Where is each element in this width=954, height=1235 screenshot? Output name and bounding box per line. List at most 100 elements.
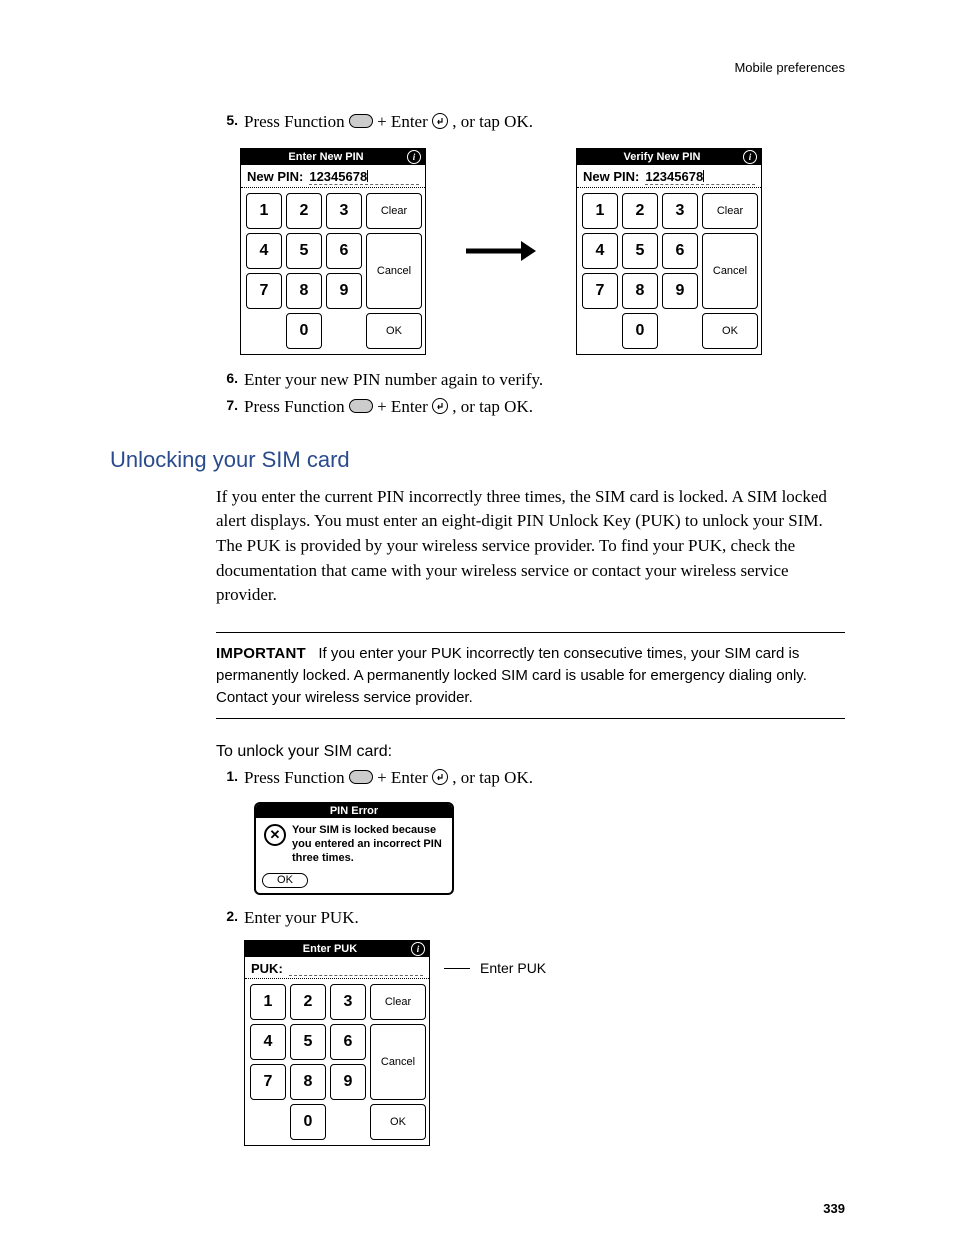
- step-text: , or tap OK.: [452, 397, 533, 416]
- keypad-enter-puk: Enter PUKi PUK: 1 2 3 Clear 4 5 6 Cancel…: [244, 940, 430, 1146]
- key-1[interactable]: 1: [246, 193, 282, 229]
- key-5[interactable]: 5: [286, 233, 322, 269]
- step-text: , or tap OK.: [452, 768, 533, 787]
- key-2[interactable]: 2: [622, 193, 658, 229]
- key-5[interactable]: 5: [622, 233, 658, 269]
- key-8[interactable]: 8: [290, 1064, 326, 1100]
- key-6[interactable]: 6: [326, 233, 362, 269]
- running-header: Mobile preferences: [110, 60, 845, 75]
- divider: [216, 718, 845, 719]
- procedure-subhead: To unlock your SIM card:: [216, 743, 845, 761]
- body-paragraph: If you enter the current PIN incorrectly…: [216, 485, 845, 608]
- key-8[interactable]: 8: [622, 273, 658, 309]
- key-4[interactable]: 4: [250, 1024, 286, 1060]
- step-text: Press Function: [244, 397, 349, 416]
- key-7[interactable]: 7: [246, 273, 282, 309]
- function-button-icon: [349, 399, 373, 413]
- key-clear[interactable]: Clear: [702, 193, 758, 229]
- key-blank: [582, 313, 618, 349]
- key-0[interactable]: 0: [290, 1104, 326, 1140]
- key-blank: [250, 1104, 286, 1140]
- key-blank: [662, 313, 698, 349]
- function-button-icon: [349, 770, 373, 784]
- callout-text: Enter PUK: [480, 960, 546, 976]
- pin-label: New PIN:: [583, 169, 639, 185]
- step-7: 7. Press Function + Enter , or tap OK.: [110, 396, 845, 419]
- step-text: + Enter: [377, 112, 432, 131]
- keypad-title: Verify New PIN: [581, 151, 743, 163]
- function-button-icon: [349, 114, 373, 128]
- keypad-title: Enter PUK: [249, 943, 411, 955]
- step-number: 1.: [216, 767, 238, 786]
- step-text: + Enter: [377, 768, 432, 787]
- callout-enter-puk: Enter PUK: [444, 960, 546, 976]
- key-cancel[interactable]: Cancel: [366, 233, 422, 309]
- enter-button-icon: [432, 398, 448, 414]
- key-4[interactable]: 4: [246, 233, 282, 269]
- dialog-message: Your SIM is locked because you entered a…: [292, 824, 444, 865]
- key-9[interactable]: 9: [662, 273, 698, 309]
- key-9[interactable]: 9: [330, 1064, 366, 1100]
- error-icon: ✕: [264, 824, 286, 846]
- figure-puk-keypad: Enter PUKi PUK: 1 2 3 Clear 4 5 6 Cancel…: [244, 940, 845, 1146]
- info-icon: i: [411, 942, 425, 956]
- key-0[interactable]: 0: [622, 313, 658, 349]
- key-blank: [246, 313, 282, 349]
- key-clear[interactable]: Clear: [370, 984, 426, 1020]
- key-8[interactable]: 8: [286, 273, 322, 309]
- keypad-enter-new-pin: Enter New PINi New PIN:12345678 1 2 3 Cl…: [240, 148, 426, 355]
- info-icon: i: [407, 150, 421, 164]
- key-cancel[interactable]: Cancel: [370, 1024, 426, 1100]
- enter-button-icon: [432, 113, 448, 129]
- step-text: Enter your new PIN number again to verif…: [244, 369, 845, 392]
- step-text: , or tap OK.: [452, 112, 533, 131]
- step-5: 5. Press Function + Enter , or tap OK.: [110, 111, 845, 134]
- step-text: Press Function: [244, 768, 349, 787]
- step-text: + Enter: [377, 397, 432, 416]
- key-3[interactable]: 3: [326, 193, 362, 229]
- step-number: 6.: [216, 369, 238, 388]
- divider: [216, 632, 845, 633]
- key-7[interactable]: 7: [582, 273, 618, 309]
- key-6[interactable]: 6: [330, 1024, 366, 1060]
- key-3[interactable]: 3: [330, 984, 366, 1020]
- puk-label: PUK:: [251, 961, 283, 976]
- key-2[interactable]: 2: [290, 984, 326, 1020]
- keypad-verify-new-pin: Verify New PINi New PIN:12345678 1 2 3 C…: [576, 148, 762, 355]
- dialog-title: PIN Error: [256, 804, 452, 818]
- key-clear[interactable]: Clear: [366, 193, 422, 229]
- key-ok[interactable]: OK: [702, 313, 758, 349]
- pin-label: New PIN:: [247, 169, 303, 185]
- step-text: Press Function: [244, 112, 349, 131]
- key-ok[interactable]: OK: [370, 1104, 426, 1140]
- key-0[interactable]: 0: [286, 313, 322, 349]
- key-4[interactable]: 4: [582, 233, 618, 269]
- dialog-ok-button[interactable]: OK: [262, 873, 308, 888]
- pin-error-dialog: PIN Error ✕ Your SIM is locked because y…: [254, 802, 454, 895]
- callout-line: [444, 968, 470, 969]
- arrow-right-icon: [466, 239, 536, 263]
- step-number: 2.: [216, 907, 238, 926]
- key-ok[interactable]: OK: [366, 313, 422, 349]
- key-blank: [330, 1104, 366, 1140]
- key-7[interactable]: 7: [250, 1064, 286, 1100]
- key-2[interactable]: 2: [286, 193, 322, 229]
- key-1[interactable]: 1: [582, 193, 618, 229]
- step-text: Enter your PUK.: [244, 907, 845, 930]
- important-label: IMPORTANT: [216, 645, 306, 662]
- figure-pin-keypads: Enter New PINi New PIN:12345678 1 2 3 Cl…: [240, 148, 845, 355]
- key-cancel[interactable]: Cancel: [702, 233, 758, 309]
- key-1[interactable]: 1: [250, 984, 286, 1020]
- key-blank: [326, 313, 362, 349]
- key-9[interactable]: 9: [326, 273, 362, 309]
- step-b1: 1. Press Function + Enter , or tap OK.: [110, 767, 845, 790]
- key-5[interactable]: 5: [290, 1024, 326, 1060]
- pin-value: 12345678: [309, 169, 367, 184]
- key-6[interactable]: 6: [662, 233, 698, 269]
- step-number: 7.: [216, 396, 238, 415]
- important-note: IMPORTANT If you enter your PUK incorrec…: [216, 643, 845, 708]
- enter-button-icon: [432, 769, 448, 785]
- step-number: 5.: [216, 111, 238, 130]
- section-heading: Unlocking your SIM card: [110, 447, 845, 473]
- key-3[interactable]: 3: [662, 193, 698, 229]
